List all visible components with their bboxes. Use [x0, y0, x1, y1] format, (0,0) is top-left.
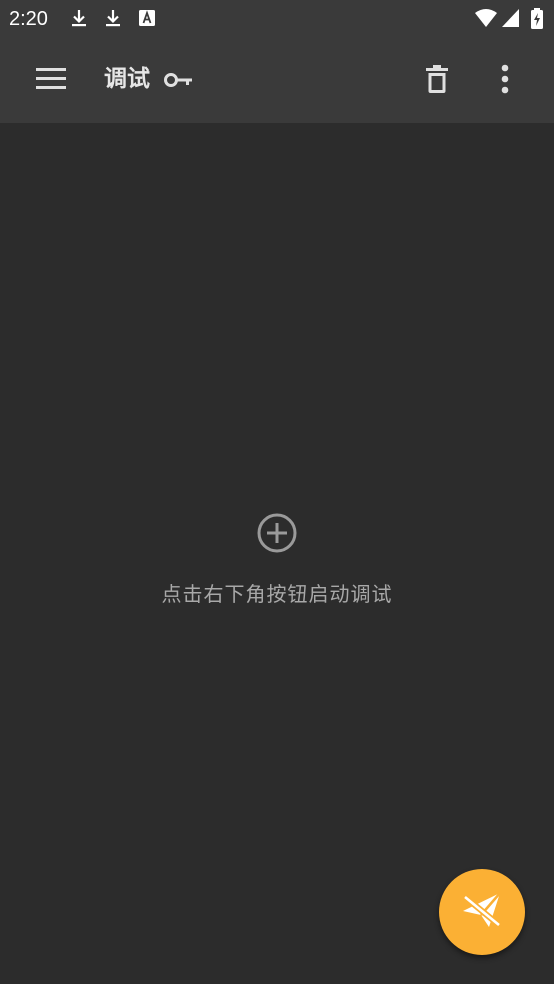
- empty-state-message: 点击右下角按钮启动调试: [161, 582, 393, 606]
- menu-button[interactable]: [28, 58, 74, 104]
- key-icon: [164, 68, 194, 92]
- start-debug-fab[interactable]: [439, 869, 525, 955]
- more-vert-icon: [501, 64, 509, 98]
- download-icon: [69, 8, 89, 28]
- wifi-icon: [474, 8, 498, 28]
- signal-icon: [501, 8, 521, 28]
- page-title: 调试: [104, 66, 150, 92]
- debug-screen: 2:20 调试 点击右下角按钮启动调试: [0, 0, 554, 984]
- menu-icon: [36, 68, 66, 94]
- battery-charging-icon: [530, 8, 544, 29]
- send-off-icon: [459, 887, 505, 937]
- status-bar: 2:20: [0, 0, 554, 38]
- more-options-button[interactable]: [482, 58, 528, 104]
- app-bar: 调试: [0, 38, 554, 123]
- font-a-icon: [137, 8, 157, 28]
- status-time: 2:20: [9, 8, 48, 30]
- delete-button[interactable]: [414, 58, 460, 104]
- add-circle-icon: [256, 512, 298, 554]
- download-icon: [103, 8, 123, 28]
- delete-icon: [426, 65, 448, 97]
